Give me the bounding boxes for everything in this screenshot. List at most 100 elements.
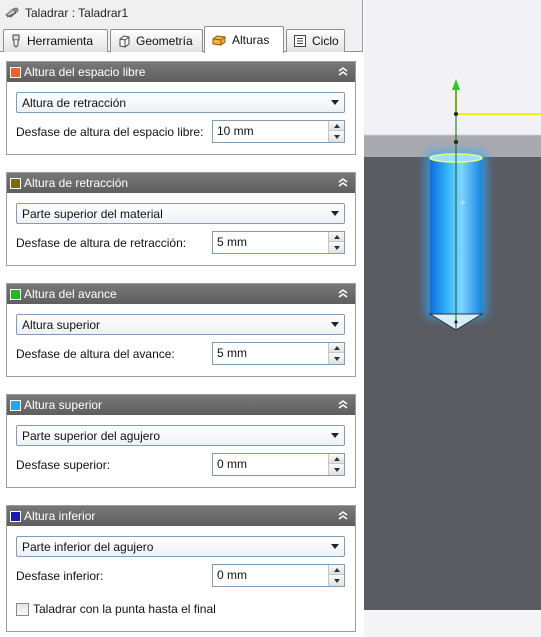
tab-content-alturas: Altura del espacio libre Altura de retra…: [0, 52, 363, 637]
tab-alturas[interactable]: Alturas: [204, 26, 284, 53]
tab-ciclo-label: Ciclo: [312, 34, 339, 48]
chevron-down-icon: [331, 544, 339, 549]
arrow-up-icon: [333, 567, 340, 572]
viewport-bottom-area: [364, 610, 541, 637]
drill-tip-checkbox-label: Taladrar con la punta hasta el final: [33, 602, 216, 616]
chevron-down-icon: [331, 100, 339, 105]
reference-dropdown[interactable]: Altura de retracción: [16, 92, 345, 113]
stepper-up-button[interactable]: [329, 232, 344, 242]
dropdown-value: Altura superior: [22, 317, 101, 332]
arrow-down-icon: [333, 467, 340, 472]
arrow-up-icon: [333, 345, 340, 350]
3d-viewport[interactable]: +: [364, 0, 541, 637]
chevron-down-icon: [331, 433, 339, 438]
group-header[interactable]: Altura superior: [7, 395, 355, 415]
drill-tip-checkbox-row[interactable]: Taladrar con la punta hasta el final: [16, 602, 216, 616]
collapse-chevron-icon[interactable]: [337, 509, 349, 521]
stepper-down-button[interactable]: [329, 131, 344, 142]
stepper-buttons: [328, 565, 344, 586]
tab-strip: Herramienta Geometría Alturas Ciclo: [0, 26, 363, 53]
collapse-chevron-icon[interactable]: [337, 65, 349, 77]
stepper-up-button[interactable]: [329, 454, 344, 464]
group-title: Altura de retracción: [24, 176, 129, 190]
viewport-scene[interactable]: +: [364, 0, 541, 637]
group-header[interactable]: Altura del avance: [7, 284, 355, 304]
offset-value: 5 mm: [217, 346, 247, 360]
group-altura-avance: Altura del avance Altura superior Desfas…: [6, 283, 356, 377]
tab-geometria[interactable]: Geometría: [110, 29, 203, 52]
heights-icon: [212, 35, 226, 46]
color-swatch: [10, 399, 21, 411]
reference-dropdown[interactable]: Parte superior del agujero: [16, 425, 345, 446]
stepper-down-button[interactable]: [329, 575, 344, 586]
offset-label: Desfase de altura de retracción:: [16, 236, 187, 250]
path-node: [454, 320, 458, 324]
arrow-down-icon: [333, 134, 340, 139]
panel-title: Taladrar : Taladrar1: [25, 6, 129, 20]
offset-stepper[interactable]: 10 mm: [212, 120, 345, 143]
group-header[interactable]: Altura del espacio libre: [7, 62, 355, 82]
stepper-up-button[interactable]: [329, 565, 344, 575]
reference-dropdown[interactable]: Parte inferior del agujero: [16, 536, 345, 557]
drill-operation-icon: [5, 7, 19, 18]
tab-ciclo[interactable]: Ciclo: [286, 29, 345, 52]
group-header[interactable]: Altura de retracción: [7, 173, 355, 193]
group-title: Altura del espacio libre: [24, 65, 146, 79]
tool-origin-marker: +: [459, 198, 467, 208]
offset-label: Desfase de altura del avance:: [16, 347, 175, 361]
arrow-up-icon: [333, 456, 340, 461]
offset-stepper[interactable]: 5 mm: [212, 231, 345, 254]
offset-value: 10 mm: [217, 124, 254, 138]
geometry-cube-icon: [119, 35, 130, 48]
stepper-up-button[interactable]: [329, 121, 344, 131]
arrow-up-icon: [333, 123, 340, 128]
collapse-chevron-icon[interactable]: [337, 287, 349, 299]
collapse-chevron-icon[interactable]: [337, 176, 349, 188]
stepper-down-button[interactable]: [329, 353, 344, 364]
color-swatch: [10, 510, 21, 522]
arrow-down-icon: [333, 356, 340, 361]
group-altura-inferior: Altura inferior Parte inferior del aguje…: [6, 505, 356, 632]
tab-alturas-label: Alturas: [232, 33, 270, 47]
drill-tool-icon: [12, 34, 20, 48]
chevron-down-icon: [331, 322, 339, 327]
reference-dropdown[interactable]: Altura superior: [16, 314, 345, 335]
group-title: Altura superior: [24, 398, 103, 412]
collapse-chevron-icon[interactable]: [337, 398, 349, 410]
dropdown-value: Parte superior del agujero: [22, 428, 161, 443]
chevron-down-icon: [331, 211, 339, 216]
dropdown-value: Parte superior del material: [22, 206, 163, 221]
offset-stepper[interactable]: 5 mm: [212, 342, 345, 365]
offset-stepper[interactable]: 0 mm: [212, 564, 345, 587]
group-altura-espacio-libre: Altura del espacio libre Altura de retra…: [6, 61, 356, 155]
group-title: Altura del avance: [24, 287, 117, 301]
stepper-down-button[interactable]: [329, 464, 344, 475]
cycle-list-icon: [294, 35, 306, 47]
group-title: Altura inferior: [24, 509, 96, 523]
arrow-down-icon: [333, 578, 340, 583]
stepper-down-button[interactable]: [329, 242, 344, 253]
offset-value: 0 mm: [217, 457, 247, 471]
arrow-up-icon: [333, 234, 340, 239]
offset-stepper[interactable]: 0 mm: [212, 453, 345, 476]
offset-label: Desfase inferior:: [16, 569, 104, 583]
reference-dropdown[interactable]: Parte superior del material: [16, 203, 345, 224]
stepper-up-button[interactable]: [329, 343, 344, 353]
dropdown-value: Altura de retracción: [22, 95, 127, 110]
stepper-buttons: [328, 343, 344, 364]
offset-value: 5 mm: [217, 235, 247, 249]
panel-titlebar: Taladrar : Taladrar1: [0, 0, 363, 26]
stepper-buttons: [328, 121, 344, 142]
drill-tip-checkbox[interactable]: [16, 602, 29, 616]
color-swatch: [10, 288, 21, 300]
stepper-buttons: [328, 232, 344, 253]
tab-geometria-label: Geometría: [136, 34, 193, 48]
group-altura-superior: Altura superior Parte superior del aguje…: [6, 394, 356, 488]
properties-panel: Taladrar : Taladrar1 Herramienta Geometr…: [0, 0, 363, 637]
offset-label: Desfase superior:: [16, 458, 111, 472]
offset-value: 0 mm: [217, 568, 247, 582]
tab-herramienta[interactable]: Herramienta: [3, 29, 108, 52]
color-swatch: [10, 66, 21, 78]
arrow-down-icon: [333, 245, 340, 250]
group-header[interactable]: Altura inferior: [7, 506, 355, 526]
